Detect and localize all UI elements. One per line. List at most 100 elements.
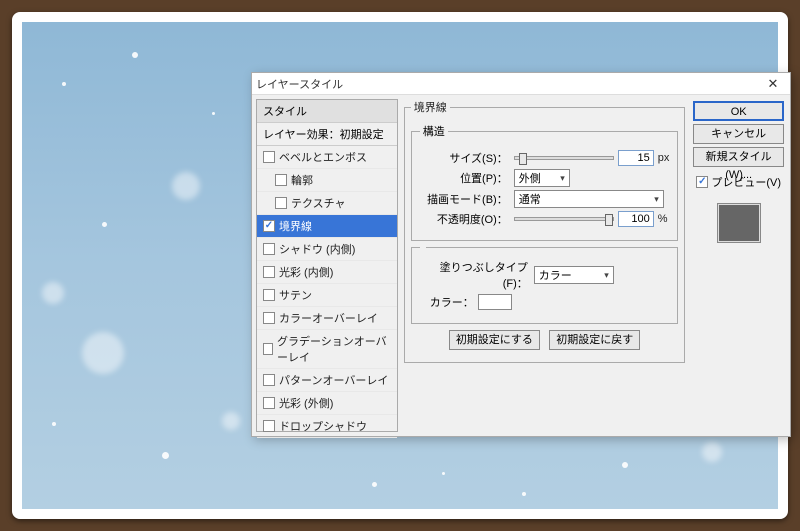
style-checkbox[interactable] [263,374,275,386]
stroke-group: 境界線 構造 サイズ(S)： px 位置(P)： 外側 ▾ [404,99,686,363]
preview-checkbox-row[interactable]: プレビュー(V) [693,174,784,190]
layer-style-dialog: レイヤースタイル ✕ スタイル レイヤー効果：初期設定 ベベルとエンボス輪郭テク… [251,72,791,437]
style-item-1[interactable]: 輪郭 [257,169,397,192]
style-item-5[interactable]: 光彩 (内側) [257,261,397,284]
style-item-label: パターンオーバーレイ [279,372,388,388]
style-item-2[interactable]: テクスチャ [257,192,397,215]
filltype-row: 塗りつぶしタイプ(F)： カラー ▾ [420,259,670,291]
style-checkbox[interactable] [263,343,273,355]
style-item-label: サテン [279,287,312,303]
snow-dot [442,472,445,475]
style-checkbox[interactable] [275,174,287,186]
opacity-slider[interactable] [514,217,614,221]
style-list-header: スタイル [257,100,397,123]
close-icon: ✕ [768,76,779,92]
bokeh-dot [172,172,200,200]
position-value: 外側 [519,170,541,186]
blendmode-label: 描画モード(B)： [420,191,510,207]
color-label: カラー： [420,294,474,310]
style-item-label: シャドウ (内側) [279,241,355,257]
style-checkbox[interactable] [263,312,275,324]
style-item-3[interactable]: 境界線 [257,215,397,238]
blendmode-dropdown[interactable]: 通常 ▾ [514,190,664,208]
close-button[interactable]: ✕ [756,73,790,94]
cancel-button[interactable]: キャンセル [693,124,784,144]
color-swatch[interactable] [478,294,512,310]
preview-checkbox[interactable] [696,176,708,188]
style-item-7[interactable]: カラーオーバーレイ [257,307,397,330]
color-row: カラー： [420,294,670,310]
blend-options-row[interactable]: レイヤー効果：初期設定 [257,123,397,146]
preview-swatch [717,203,761,243]
size-label: サイズ(S)： [420,150,510,166]
style-item-0[interactable]: ベベルとエンボス [257,146,397,169]
style-item-6[interactable]: サテン [257,284,397,307]
position-dropdown[interactable]: 外側 ▾ [514,169,570,187]
style-checkbox[interactable] [263,151,275,163]
snow-dot [162,452,169,459]
style-checkbox[interactable] [263,266,275,278]
style-checkbox[interactable] [263,220,275,232]
chevron-down-icon: ▾ [648,194,659,205]
preview-label: プレビュー(V) [711,174,781,190]
style-item-label: 光彩 (内側) [279,264,333,280]
style-list-panel: スタイル レイヤー効果：初期設定 ベベルとエンボス輪郭テクスチャ境界線シャドウ … [256,99,398,432]
dialog-title: レイヤースタイル [256,76,343,92]
opacity-row: 不透明度(O)： % [420,211,670,227]
fill-group: 塗りつぶしタイプ(F)： カラー ▾ カラー： [411,247,679,324]
style-item-10[interactable]: 光彩 (外側) [257,392,397,415]
position-label: 位置(P)： [420,170,510,186]
snow-dot [212,112,215,115]
snow-dot [372,482,377,487]
bokeh-dot [42,282,64,304]
style-checkbox[interactable] [263,289,275,301]
style-item-11[interactable]: ドロップシャドウ [257,415,397,438]
style-item-label: 境界線 [279,218,312,234]
snow-dot [522,492,526,496]
chevron-down-icon: ▾ [554,173,565,184]
style-checkbox[interactable] [263,243,275,255]
structure-label: 構造 [420,123,448,139]
stroke-group-label: 境界線 [411,99,450,115]
make-default-button[interactable]: 初期設定にする [449,330,540,350]
structure-group: 構造 サイズ(S)： px 位置(P)： 外側 ▾ [411,123,679,241]
snow-dot [622,462,628,468]
reset-default-button[interactable]: 初期設定に戻す [549,330,640,350]
right-button-column: OK キャンセル 新規スタイル(W)... プレビュー(V) [691,99,786,432]
style-item-label: テクスチャ [291,195,346,211]
chevron-down-icon: ▾ [598,270,609,281]
snow-dot [62,82,66,86]
style-item-4[interactable]: シャドウ (内側) [257,238,397,261]
style-item-label: グラデーションオーバーレイ [277,333,391,365]
style-checkbox[interactable] [263,397,275,409]
style-checkbox[interactable] [275,197,287,209]
settings-panel: 境界線 構造 サイズ(S)： px 位置(P)： 外側 ▾ [402,99,688,432]
default-buttons-row: 初期設定にする 初期設定に戻す [411,328,679,352]
style-item-9[interactable]: パターンオーバーレイ [257,369,397,392]
opacity-label: 不透明度(O)： [420,211,510,227]
size-input[interactable] [618,150,654,166]
style-item-label: 光彩 (外側) [279,395,333,411]
style-checkbox[interactable] [263,420,275,432]
titlebar[interactable]: レイヤースタイル ✕ [252,73,790,95]
size-slider[interactable] [514,156,614,160]
bokeh-dot [222,412,240,430]
opacity-unit: % [658,213,668,225]
snow-dot [132,52,138,58]
size-row: サイズ(S)： px [420,150,670,166]
style-item-label: ベベルとエンボス [279,149,367,165]
blendmode-row: 描画モード(B)： 通常 ▾ [420,190,670,208]
style-item-label: ドロップシャドウ [279,418,367,434]
style-item-8[interactable]: グラデーションオーバーレイ [257,330,397,369]
bokeh-dot [702,442,722,462]
snow-dot [102,222,107,227]
new-style-button[interactable]: 新規スタイル(W)... [693,147,784,167]
style-item-label: カラーオーバーレイ [279,310,378,326]
blendmode-value: 通常 [519,191,541,207]
opacity-input[interactable] [618,211,654,227]
size-unit: px [658,152,670,164]
position-row: 位置(P)： 外側 ▾ [420,169,670,187]
filltype-dropdown[interactable]: カラー ▾ [534,266,614,284]
ok-button[interactable]: OK [693,101,784,121]
filltype-value: カラー [539,267,572,283]
